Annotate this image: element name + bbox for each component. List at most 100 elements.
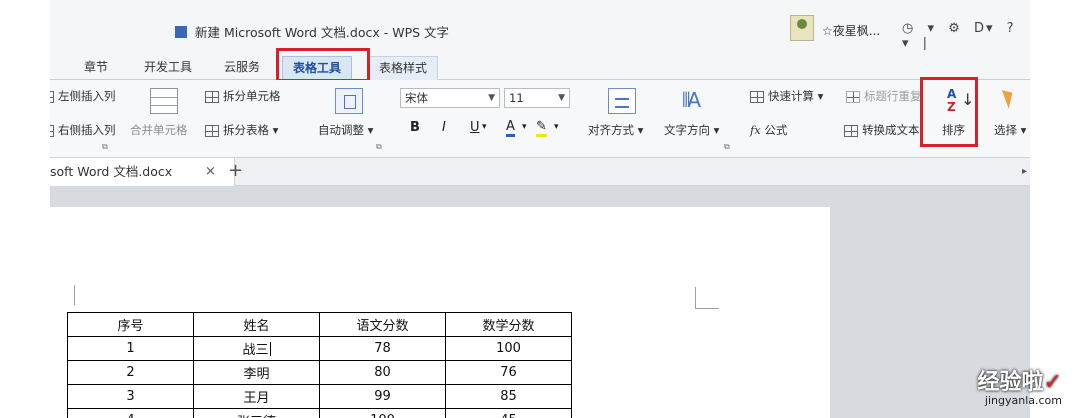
fx-icon: fx [750, 123, 761, 137]
table-cell[interactable]: 4 [67, 408, 194, 418]
watermark-title-text: 经验啦 [977, 370, 1044, 395]
title-bar: 新建 Microsoft Word 文档.docx - WPS 文字 ☆夜星枫.… [50, 0, 1030, 51]
repeat-header-button[interactable]: 标题行重复 [846, 88, 922, 104]
table-cell[interactable]: 99 [319, 384, 446, 409]
tab-chapter[interactable]: 章节 [74, 56, 118, 80]
formula-button[interactable]: fx 公式 [750, 122, 787, 138]
document-table[interactable]: 序号 姓名 语文分数 数学分数 1 战三 78 100 2 李明 80 76 3… [67, 312, 572, 418]
table-cell[interactable]: 78 [319, 336, 446, 361]
font-color-button[interactable]: A [506, 120, 515, 137]
convert-icon [844, 124, 858, 137]
highlight-dropdown[interactable]: ▾ [554, 122, 559, 132]
table-cell-with-cursor[interactable]: 战三 [193, 336, 320, 361]
document-icon [175, 26, 187, 38]
select-label: 选择 [994, 123, 1017, 137]
repeat-header-icon [846, 90, 860, 103]
table-header-row: 序号 姓名 语文分数 数学分数 [67, 312, 572, 337]
chevron-down-icon: ▼ [488, 93, 495, 103]
alignment-button[interactable]: 对齐方式 ▾ [588, 122, 643, 138]
insert-col-left-button[interactable]: 左侧插入列 [50, 88, 116, 104]
table-cell[interactable]: 100 [445, 336, 572, 361]
table-row: 1 战三 78 100 [67, 336, 572, 361]
tab-cloud[interactable]: 云服务 [214, 56, 270, 80]
watermark-title: 经验啦✓ [978, 364, 1062, 396]
text-direction-button[interactable]: 文字方向 ▾ [664, 122, 719, 138]
d-menu-icon[interactable]: D▾ [974, 21, 995, 36]
table-cell-text: 战三 [242, 343, 269, 358]
dialog-launcher-icon[interactable]: ⧉ [376, 142, 382, 152]
font-name-select[interactable]: 宋体 ▼ [400, 88, 500, 108]
table-tools-highlight [276, 48, 370, 82]
table-cell[interactable]: 45 [445, 408, 572, 418]
auto-fit-icon[interactable] [335, 88, 363, 114]
crop-mark-right [695, 287, 719, 309]
document-tab-strip: soft Word 文档.docx × + ▸ [50, 158, 1030, 186]
dialog-launcher-icon[interactable]: ⧉ [724, 142, 730, 152]
settings-icon[interactable]: ⚙ [948, 21, 962, 36]
table-row: 2 李明 80 76 [67, 360, 572, 385]
auto-fit-label: 自动调整 [318, 123, 364, 137]
underline-dropdown[interactable]: ▾ [482, 122, 487, 132]
merge-cells-button[interactable]: 合并单元格 [130, 122, 188, 138]
crop-mark-left [74, 285, 75, 305]
table-header-cell[interactable]: 数学分数 [445, 312, 572, 337]
text-cursor [269, 342, 271, 356]
user-avatar[interactable] [790, 15, 814, 41]
insert-col-right-button[interactable]: 右侧插入列 [50, 122, 116, 138]
user-name[interactable]: ☆夜星枫... [822, 22, 880, 39]
dialog-launcher-icon[interactable]: ⧉ [102, 142, 108, 152]
table-cell[interactable]: 李明 [193, 360, 320, 385]
table-cell[interactable]: 张三德 [193, 408, 320, 418]
table-cell[interactable]: 85 [445, 384, 572, 409]
more-icon[interactable]: ▸ [1022, 158, 1027, 186]
table-header-cell[interactable]: 姓名 [193, 312, 320, 337]
convert-to-text-label: 转换成文本 [862, 123, 920, 137]
table-row: 3 王月 99 85 [67, 384, 572, 409]
font-color-dropdown[interactable]: ▾ [522, 122, 527, 132]
table-cell[interactable]: 2 [67, 360, 194, 385]
font-size-select[interactable]: 11 ▼ [504, 88, 570, 108]
italic-button[interactable]: I [442, 120, 446, 135]
select-button[interactable]: 选择 ▾ [994, 122, 1026, 138]
tab-developer[interactable]: 开发工具 [134, 56, 202, 80]
bold-button[interactable]: B [410, 120, 420, 135]
quick-calc-button[interactable]: 快速计算 ▾ [750, 88, 823, 104]
repeat-header-label: 标题行重复 [864, 89, 922, 103]
window-title: 新建 Microsoft Word 文档.docx - WPS 文字 [175, 22, 449, 41]
table-cell[interactable]: 80 [319, 360, 446, 385]
document-tab[interactable]: soft Word 文档.docx × [50, 158, 235, 186]
underline-button[interactable]: U [470, 120, 480, 135]
tab-table-styles[interactable]: 表格样式 [368, 56, 439, 80]
table-cell[interactable]: 1 [67, 336, 194, 361]
table-cell[interactable]: 王月 [193, 384, 320, 409]
text-direction-icon[interactable]: ⫴A [682, 88, 701, 112]
dropdown-icon[interactable]: ▾ [927, 21, 936, 36]
insert-col-right-icon [50, 124, 54, 137]
convert-to-text-button[interactable]: 转换成文本 [844, 122, 920, 138]
alignment-label: 对齐方式 [588, 123, 634, 137]
highlight-pen-icon[interactable]: ✎ [536, 120, 547, 137]
split-table-button[interactable]: 拆分表格 ▾ [205, 122, 278, 138]
table-cell[interactable]: 76 [445, 360, 572, 385]
watermark: 经验啦✓ jingyanla.com [978, 364, 1062, 407]
table-cell[interactable]: 100 [319, 408, 446, 418]
quick-calc-label: 快速计算 [768, 89, 814, 103]
auto-fit-button[interactable]: 自动调整 ▾ [318, 122, 373, 138]
sort-highlight [920, 77, 978, 147]
alignment-icon[interactable] [608, 88, 636, 114]
table-cell[interactable]: 3 [67, 384, 194, 409]
merge-cells-icon[interactable] [150, 88, 178, 114]
split-table-icon [205, 124, 219, 137]
table-header-cell[interactable]: 语文分数 [319, 312, 446, 337]
close-icon[interactable]: × [205, 158, 216, 185]
split-cells-button[interactable]: 拆分单元格 [205, 88, 281, 104]
chevron-down-icon: ▼ [558, 93, 565, 103]
window-controls: ◷ ▾ ⚙ D▾ ?▾ | [902, 21, 1030, 51]
add-tab-icon[interactable]: + [228, 158, 243, 184]
checkmark-icon: ✓ [1043, 370, 1062, 395]
cursor-arrow-icon[interactable] [1001, 87, 1018, 109]
divider: | [922, 36, 930, 51]
skin-icon[interactable]: ◷ [902, 21, 915, 36]
insert-col-left-icon [50, 90, 54, 103]
table-header-cell[interactable]: 序号 [67, 312, 194, 337]
